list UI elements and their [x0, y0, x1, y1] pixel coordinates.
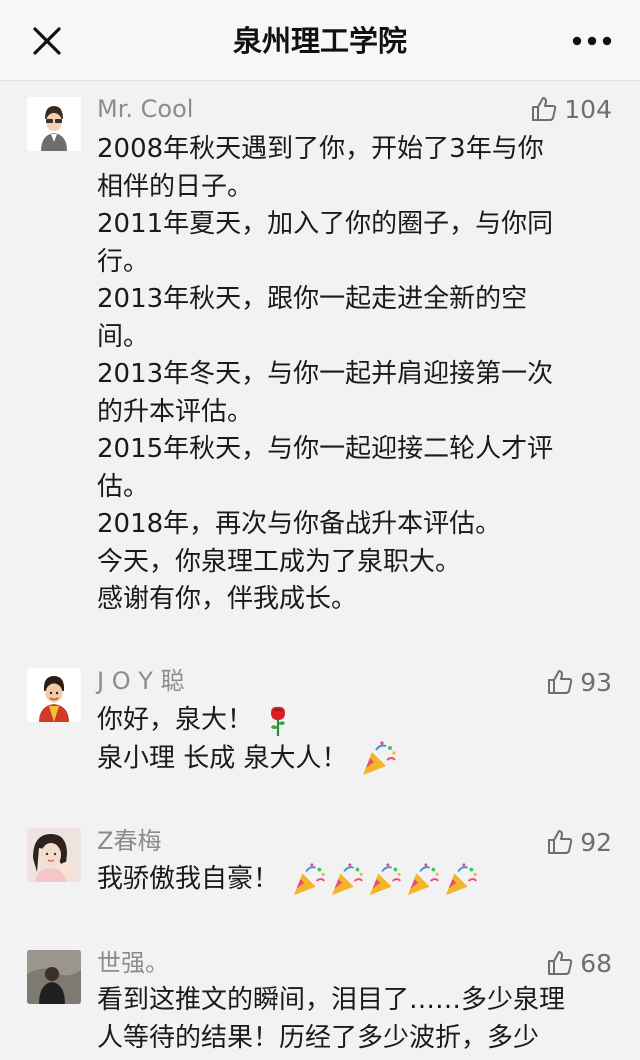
comment-line: 估。 [97, 471, 150, 502]
like-button[interactable]: 92 [546, 825, 612, 859]
like-button[interactable]: 68 [546, 946, 612, 980]
comment-author: Z春梅 [97, 827, 162, 855]
comment-line: 间。 [97, 321, 150, 352]
comment-author: Mr. Cool [97, 95, 194, 123]
avatar[interactable] [27, 828, 81, 882]
party-popper-emoji [362, 740, 396, 775]
more-icon[interactable] [570, 34, 614, 48]
like-button[interactable]: 104 [530, 92, 612, 126]
comment-line: 今天，你泉理工成为了泉职大。 [97, 546, 462, 577]
comment-line: 2013年冬天，与你一起并肩迎接第一次 [97, 359, 554, 389]
like-count: 104 [564, 94, 612, 124]
comment-line: 感谢有你，伴我成长。 [97, 584, 358, 614]
comment-line: 2008年秋天遇到了你，开始了3年与你 [97, 134, 544, 164]
like-button[interactable]: 93 [546, 665, 612, 699]
avatar[interactable] [27, 668, 81, 722]
party-popper-emoji [408, 862, 440, 895]
like-count: 93 [580, 667, 612, 697]
comment-text: 看到这推文的瞬间，泪目了……多少泉理 人等待的结果！历经了多少波折，多少 [97, 982, 612, 1057]
comment-line: 的升本评估。 [97, 396, 254, 427]
party-popper-emoji-row [287, 862, 479, 895]
like-count: 92 [580, 827, 612, 857]
party-popper-emoji [370, 862, 402, 895]
comment-line: 泉小理 长成 泉大人！ [97, 743, 348, 773]
comment-line: 相伴的日子。 [97, 171, 254, 202]
thumbs-up-icon [532, 97, 557, 121]
comment-line: 你好，泉大！ [97, 705, 254, 735]
comment-line: 行。 [97, 246, 150, 277]
party-popper-emoji [446, 862, 478, 895]
rose-emoji [271, 706, 286, 736]
comment-text: 你好，泉大！ 泉小理 长成 泉大人！ [97, 702, 612, 778]
thumbs-up-icon [548, 951, 573, 975]
like-count: 68 [580, 948, 612, 978]
comment-text: 2008年秋天遇到了你，开始了3年与你 相伴的日子。 2011年夏天，加入了你的… [97, 131, 612, 619]
comment-line: 2011年夏天，加入了你的圈子，与你同 [97, 209, 554, 239]
thumbs-up-icon [548, 830, 573, 854]
thumbs-up-icon [548, 670, 573, 694]
comment-line: 2013年秋天，跟你一起走进全新的空 [97, 284, 528, 314]
comment-line: 2018年，再次与你备战升本评估。 [97, 509, 502, 539]
page-title: 泉州理工学院 [232, 24, 407, 58]
top-nav-bar: 泉州理工学院 [0, 0, 640, 81]
comment-line: 2015年秋天，与你一起迎接二轮人才评 [97, 434, 554, 464]
party-popper-emoji [332, 862, 364, 895]
comment-author: 世强。 [97, 949, 169, 977]
comment-line-with-emoji: 泉小理 长成 泉大人！ [97, 740, 612, 778]
party-popper-emoji [294, 862, 326, 895]
comment-line: 我骄傲我自豪！ [97, 864, 280, 894]
avatar[interactable] [27, 97, 81, 151]
comment-line-with-emoji: 我骄傲我自豪！ [97, 861, 612, 899]
comment-line-with-emoji: 你好，泉大！ [97, 702, 612, 740]
comment-author: J O Y 聪 [97, 667, 185, 695]
comment-line: 看到这推文的瞬间，泪目了……多少泉理 [97, 985, 566, 1015]
avatar[interactable] [27, 950, 81, 1004]
comment-text: 我骄傲我自豪！ [97, 861, 612, 899]
comment-line: 人等待的结果！历经了多少波折，多少 [97, 1022, 540, 1053]
